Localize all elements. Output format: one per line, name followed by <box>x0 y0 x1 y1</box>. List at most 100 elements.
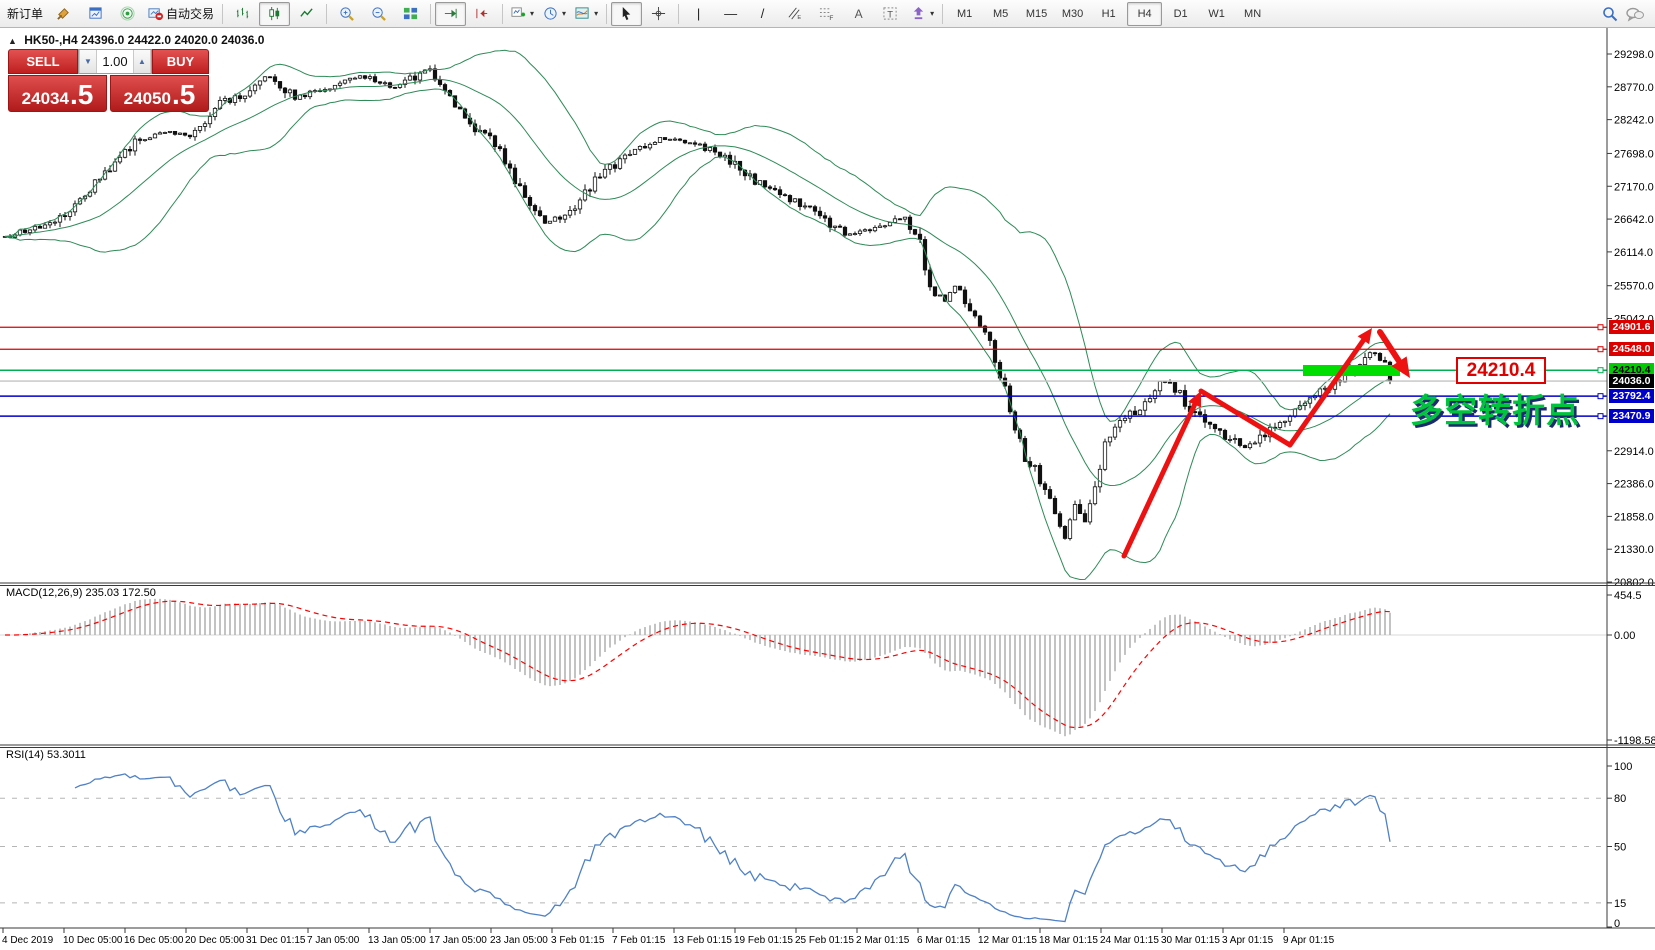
svg-text:80: 80 <box>1614 793 1626 805</box>
new-order-button[interactable]: 新订单 <box>3 2 47 26</box>
svg-text:19 Feb 01:15: 19 Feb 01:15 <box>734 935 793 946</box>
svg-text:25570.0: 25570.0 <box>1614 281 1654 293</box>
horizontal-line-icon: — <box>724 7 737 20</box>
trendline-icon: / <box>761 7 765 20</box>
shapes-button[interactable]: ▾ <box>907 2 938 26</box>
vertical-line-button[interactable]: | <box>683 2 714 26</box>
svg-text:22914.0: 22914.0 <box>1614 446 1654 458</box>
zoom-out-button[interactable] <box>363 2 394 26</box>
volume-value[interactable]: 1.00 <box>97 50 133 73</box>
chat-icon[interactable] <box>1626 6 1644 22</box>
timeframe-m1-button[interactable]: M1 <box>947 2 982 26</box>
bid-price-frac: .5 <box>70 83 93 107</box>
candlestick-chart-button[interactable] <box>259 2 290 26</box>
bid-price-main: 24034 <box>22 90 69 107</box>
arrows-icon <box>911 6 926 21</box>
auto-scroll-button[interactable] <box>435 2 466 26</box>
svg-text:25042.0: 25042.0 <box>1614 314 1654 326</box>
timeframe-m15-button[interactable]: M15 <box>1019 2 1054 26</box>
chart-shift-button[interactable] <box>467 2 498 26</box>
buy-button[interactable]: BUY <box>152 49 209 74</box>
timeframe-h4-button[interactable]: H4 <box>1127 2 1162 26</box>
channel-button[interactable]: E <box>779 2 810 26</box>
cursor-button[interactable] <box>611 2 642 26</box>
toolbar-separator <box>430 4 431 24</box>
fibonacci-button[interactable]: F <box>811 2 842 26</box>
text-icon: A <box>855 8 863 20</box>
ask-price-button[interactable]: 24050 .5 <box>110 75 209 112</box>
one-click-trading-panel: SELL ▼ 1.00 ▲ BUY 24034 .5 24050 .5 <box>8 49 209 112</box>
volume-decrease-button[interactable]: ▼ <box>79 50 97 73</box>
equidistant-channel-icon: E <box>787 6 802 21</box>
text-label-button[interactable]: T <box>875 2 906 26</box>
text-button[interactable]: A <box>843 2 874 26</box>
svg-text:21330.0: 21330.0 <box>1614 544 1654 556</box>
timeframe-m30-button[interactable]: M30 <box>1055 2 1090 26</box>
auto-scroll-icon <box>443 6 458 21</box>
one-click-top-row: SELL ▼ 1.00 ▲ BUY <box>8 49 209 74</box>
search-icon[interactable] <box>1602 6 1618 22</box>
triangle-down-icon: ▼ <box>84 57 92 66</box>
mt4-terminal: { "toolbar": { "new_order": "新订单", "auto… <box>0 0 1655 950</box>
signals-button[interactable] <box>112 2 143 26</box>
dropdown-caret-icon: ▾ <box>930 9 934 18</box>
svg-text:3 Feb 01:15: 3 Feb 01:15 <box>551 935 605 946</box>
vertical-line-icon: | <box>697 7 700 20</box>
crosshair-button[interactable] <box>643 2 674 26</box>
svg-text:12 Mar 01:15: 12 Mar 01:15 <box>978 935 1037 946</box>
svg-text:50: 50 <box>1614 842 1626 854</box>
timeframe-w1-button[interactable]: W1 <box>1199 2 1234 26</box>
timeframe-h1-button[interactable]: H1 <box>1091 2 1126 26</box>
svg-text:4 Dec 2019: 4 Dec 2019 <box>2 935 54 946</box>
metaeditor-button[interactable] <box>48 2 79 26</box>
periods-button[interactable]: ▾ <box>539 2 570 26</box>
zoom-out-icon <box>371 6 386 21</box>
timeframe-mn-button[interactable]: MN <box>1235 2 1270 26</box>
bar-chart-icon <box>235 6 250 21</box>
autotrading-button[interactable]: 自动交易 <box>144 2 218 26</box>
macd-label: MACD(12,26,9) 235.03 172.50 <box>6 587 156 599</box>
text-label-icon: T <box>883 6 898 21</box>
svg-text:10 Dec 05:00: 10 Dec 05:00 <box>63 935 123 946</box>
svg-text:15: 15 <box>1614 898 1626 910</box>
tile-windows-button[interactable] <box>395 2 426 26</box>
svg-text:F: F <box>829 15 833 21</box>
templates-button[interactable]: ▾ <box>571 2 602 26</box>
fibonacci-icon: F <box>819 6 834 21</box>
line-chart-icon <box>299 6 314 21</box>
sell-button[interactable]: SELL <box>8 49 78 74</box>
svg-text:24 Mar 01:15: 24 Mar 01:15 <box>1100 935 1159 946</box>
chart-canvas[interactable]: 29298.028770.028242.027698.027170.026642… <box>0 0 1655 950</box>
line-chart-button[interactable] <box>291 2 322 26</box>
toolbar-separator <box>326 4 327 24</box>
svg-text:16 Dec 05:00: 16 Dec 05:00 <box>124 935 184 946</box>
zoom-in-button[interactable] <box>331 2 362 26</box>
horizontal-line-button[interactable]: — <box>715 2 746 26</box>
bar-chart-button[interactable] <box>227 2 258 26</box>
svg-text:100: 100 <box>1614 761 1632 773</box>
volume-increase-button[interactable]: ▲ <box>133 50 151 73</box>
chart-shift-icon <box>475 6 490 21</box>
svg-text:31 Dec 01:15: 31 Dec 01:15 <box>246 935 306 946</box>
new-chart-button[interactable] <box>80 2 111 26</box>
trendline-button[interactable]: / <box>747 2 778 26</box>
collapse-arrow-icon[interactable]: ▲ <box>8 36 17 46</box>
svg-text:18 Mar 01:15: 18 Mar 01:15 <box>1039 935 1098 946</box>
new-order-label: 新订单 <box>7 5 43 22</box>
toolbar-separator <box>502 4 503 24</box>
template-icon <box>575 6 590 21</box>
dropdown-caret-icon: ▾ <box>594 9 598 18</box>
tile-windows-icon <box>403 6 418 21</box>
autotrading-label: 自动交易 <box>166 5 214 22</box>
svg-text:30 Mar 01:15: 30 Mar 01:15 <box>1161 935 1220 946</box>
add-indicator-button[interactable]: ▾ <box>507 2 538 26</box>
dropdown-caret-icon: ▾ <box>530 9 534 18</box>
autotrading-icon <box>148 6 163 21</box>
timeframe-m5-button[interactable]: M5 <box>983 2 1018 26</box>
svg-text:3 Apr 01:15: 3 Apr 01:15 <box>1222 935 1274 946</box>
svg-text:21858.0: 21858.0 <box>1614 511 1654 523</box>
zoom-in-icon <box>339 6 354 21</box>
timeframe-d1-button[interactable]: D1 <box>1163 2 1198 26</box>
bid-price-button[interactable]: 24034 .5 <box>8 75 107 112</box>
svg-text:T: T <box>887 9 893 19</box>
